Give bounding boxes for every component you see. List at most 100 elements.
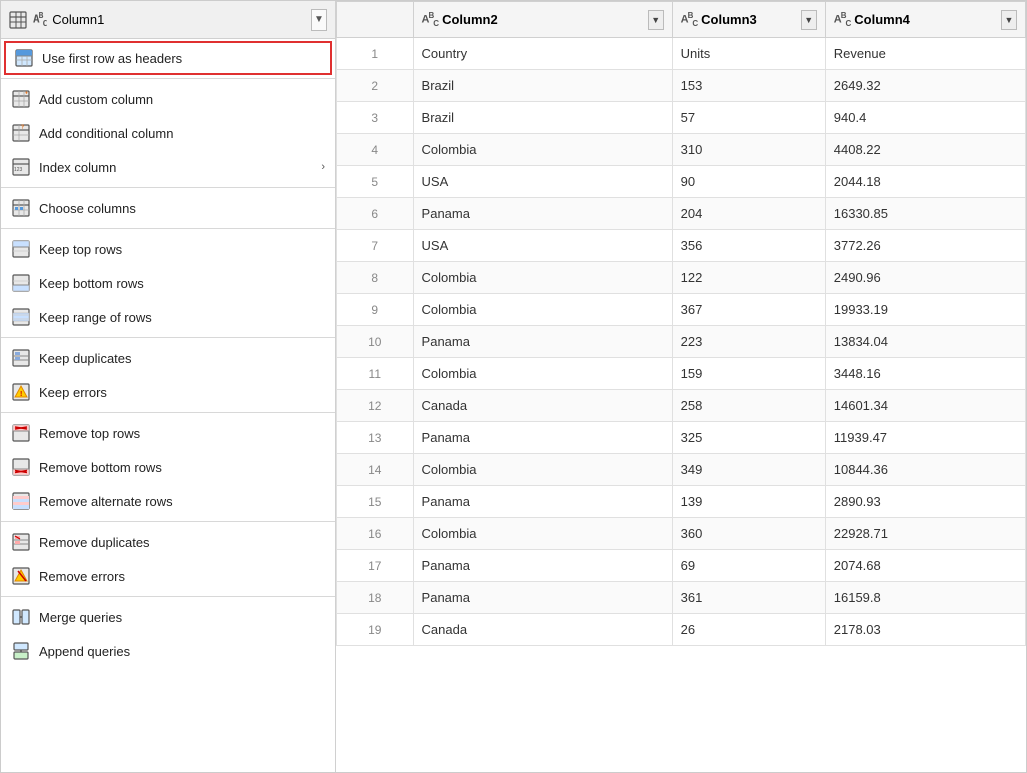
- cell-r13-c2: 10844.36: [825, 454, 1025, 486]
- cell-r4-c1: 90: [672, 166, 825, 198]
- table-body: 1CountryUnitsRevenue2Brazil1532649.323Br…: [337, 38, 1026, 646]
- menu-item-add-custom-column[interactable]: + Add custom column: [1, 82, 335, 116]
- col-header-1: [337, 2, 414, 38]
- cell-r7-c2: 2490.96: [825, 262, 1025, 294]
- col2-dropdown-btn[interactable]: ▼: [648, 10, 664, 30]
- cell-r2-c0: Brazil: [413, 102, 672, 134]
- cell-r14-c1: 139: [672, 486, 825, 518]
- menu-item-append-queries[interactable]: Append queries: [1, 634, 335, 668]
- table-row: 11Colombia1593448.16: [337, 358, 1026, 390]
- keep-top-icon: [11, 239, 31, 259]
- menu-label-remove-errors: Remove errors: [39, 569, 325, 584]
- col4-dropdown-btn[interactable]: ▼: [1001, 10, 1017, 30]
- menu-item-merge-queries[interactable]: Merge queries: [1, 600, 335, 634]
- table-row: 9Colombia36719933.19: [337, 294, 1026, 326]
- divider-divider5: [1, 412, 335, 413]
- remove-bottom-icon: [11, 457, 31, 477]
- menu-label-use-first-row-headers: Use first row as headers: [42, 51, 322, 66]
- row-number: 11: [337, 358, 414, 390]
- menu-label-append-queries: Append queries: [39, 644, 325, 659]
- keep-range-icon: [11, 307, 31, 327]
- cell-r10-c2: 3448.16: [825, 358, 1025, 390]
- table-row: 13Panama32511939.47: [337, 422, 1026, 454]
- menu-item-keep-top-rows[interactable]: Keep top rows: [1, 232, 335, 266]
- cond-col-icon: ?: [11, 123, 31, 143]
- menu-label-choose-columns: Choose columns: [39, 201, 325, 216]
- keep-err-icon: !: [11, 382, 31, 402]
- table-row: 7USA3563772.26: [337, 230, 1026, 262]
- row-number: 5: [337, 166, 414, 198]
- cell-r4-c0: USA: [413, 166, 672, 198]
- cell-r3-c1: 310: [672, 134, 825, 166]
- menu-items-container: Use first row as headers + Add custom co…: [1, 39, 335, 668]
- dropdown-menu: ABC Column1 ▼ Use first row as headers +…: [1, 1, 336, 772]
- row-number: 16: [337, 518, 414, 550]
- main-container: ABC Column1 ▼ Use first row as headers +…: [0, 0, 1027, 773]
- divider-divider6: [1, 521, 335, 522]
- menu-item-remove-duplicates[interactable]: Remove duplicates: [1, 525, 335, 559]
- menu-label-add-conditional-column: Add conditional column: [39, 126, 325, 141]
- menu-item-keep-duplicates[interactable]: Keep duplicates: [1, 341, 335, 375]
- table-row: 16Colombia36022928.71: [337, 518, 1026, 550]
- table-row: 8Colombia1222490.96: [337, 262, 1026, 294]
- cell-r16-c0: Panama: [413, 550, 672, 582]
- keep-bottom-icon: [11, 273, 31, 293]
- row-number: 17: [337, 550, 414, 582]
- row-number: 4: [337, 134, 414, 166]
- cell-r15-c2: 22928.71: [825, 518, 1025, 550]
- table-row: 2Brazil1532649.32: [337, 70, 1026, 102]
- cell-r10-c0: Colombia: [413, 358, 672, 390]
- cell-r13-c0: Colombia: [413, 454, 672, 486]
- menu-item-keep-errors[interactable]: ! Keep errors: [1, 375, 335, 409]
- cell-r8-c0: Colombia: [413, 294, 672, 326]
- menu-item-add-conditional-column[interactable]: ? Add conditional column: [1, 116, 335, 150]
- col3-label: Column3: [701, 12, 757, 27]
- menu-item-remove-bottom-rows[interactable]: Remove bottom rows: [1, 450, 335, 484]
- menu-label-remove-top-rows: Remove top rows: [39, 426, 325, 441]
- svg-text:!: !: [20, 391, 22, 398]
- menu-item-keep-range-rows[interactable]: Keep range of rows: [1, 300, 335, 334]
- cell-r11-c1: 258: [672, 390, 825, 422]
- table-row: 6Panama20416330.85: [337, 198, 1026, 230]
- merge-icon: [11, 607, 31, 627]
- table-row: 5USA902044.18: [337, 166, 1026, 198]
- col-header-4: ABC Column4 ▼: [825, 2, 1025, 38]
- table-icon: [9, 11, 27, 29]
- cell-r15-c1: 360: [672, 518, 825, 550]
- menu-item-use-first-row-headers[interactable]: Use first row as headers: [4, 41, 332, 75]
- cell-r13-c1: 349: [672, 454, 825, 486]
- row-number: 3: [337, 102, 414, 134]
- row-number: 2: [337, 70, 414, 102]
- cell-r0-c2: Revenue: [825, 38, 1025, 70]
- menu-item-remove-errors[interactable]: Remove errors: [1, 559, 335, 593]
- menu-item-index-column[interactable]: 123 Index column›: [1, 150, 335, 184]
- table-row: 1CountryUnitsRevenue: [337, 38, 1026, 70]
- row-number: 9: [337, 294, 414, 326]
- column1-dropdown-btn[interactable]: ▼: [311, 9, 327, 31]
- col2-type-icon: ABC: [422, 11, 439, 28]
- col3-dropdown-btn[interactable]: ▼: [801, 10, 817, 30]
- menu-item-remove-alternate-rows[interactable]: Remove alternate rows: [1, 484, 335, 518]
- remove-dup-icon: [11, 532, 31, 552]
- menu-item-choose-columns[interactable]: Choose columns: [1, 191, 335, 225]
- menu-label-index-column: Index column: [39, 160, 313, 175]
- col1-type-label: ABC: [33, 11, 46, 28]
- menu-item-keep-bottom-rows[interactable]: Keep bottom rows: [1, 266, 335, 300]
- cell-r16-c1: 69: [672, 550, 825, 582]
- keep-dup-icon: [11, 348, 31, 368]
- menu-label-remove-duplicates: Remove duplicates: [39, 535, 325, 550]
- divider-divider2: [1, 187, 335, 188]
- menu-item-remove-top-rows[interactable]: Remove top rows: [1, 416, 335, 450]
- cell-r8-c2: 19933.19: [825, 294, 1025, 326]
- col4-type-icon: ABC: [834, 11, 851, 28]
- row-number: 18: [337, 582, 414, 614]
- cell-r9-c1: 223: [672, 326, 825, 358]
- cell-r0-c0: Country: [413, 38, 672, 70]
- remove-err-icon: [11, 566, 31, 586]
- row-number: 19: [337, 614, 414, 646]
- data-table: ABC Column2 ▼ ABC Column3 ▼: [336, 1, 1026, 646]
- svg-text:?: ?: [21, 125, 24, 131]
- table-container[interactable]: ABC Column2 ▼ ABC Column3 ▼: [336, 1, 1026, 772]
- cell-r3-c0: Colombia: [413, 134, 672, 166]
- cell-r0-c1: Units: [672, 38, 825, 70]
